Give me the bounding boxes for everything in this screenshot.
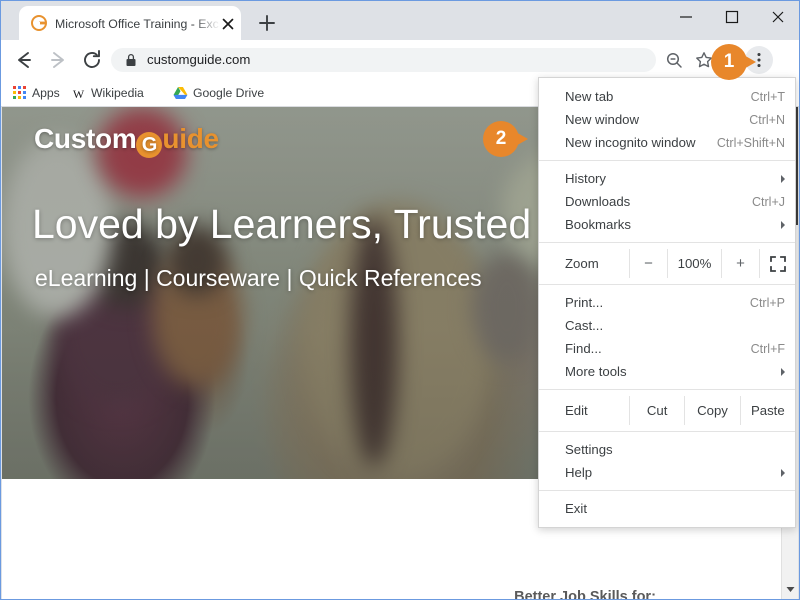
tab-strip: Microsoft Office Training - Excel Q bbox=[1, 1, 799, 40]
menu-item-label: Help bbox=[565, 465, 593, 480]
bookmark-label: Wikipedia bbox=[91, 86, 144, 100]
menu-item-downloads[interactable]: Downloads Ctrl+J bbox=[539, 190, 795, 213]
menu-item-label: More tools bbox=[565, 364, 627, 379]
bookmark-wikipedia[interactable]: W Wikipedia bbox=[71, 83, 144, 103]
menu-item-label: New window bbox=[565, 112, 640, 127]
callout-number: 2 bbox=[483, 121, 519, 157]
menu-zoom-row: Zoom − 100% + bbox=[539, 249, 795, 278]
callout-badge-2: 2 bbox=[483, 121, 528, 157]
menu-item-label: History bbox=[565, 171, 607, 186]
menu-item-shortcut: Ctrl+J bbox=[752, 194, 785, 209]
menu-item-find[interactable]: Find... Ctrl+F bbox=[539, 337, 795, 360]
menu-item-label: Cast... bbox=[565, 318, 604, 333]
bookmark-apps[interactable]: Apps bbox=[13, 83, 60, 103]
apps-grid-icon bbox=[13, 86, 27, 100]
menu-separator bbox=[539, 431, 795, 432]
menu-item-shortcut: Ctrl+F bbox=[750, 341, 785, 356]
zoom-in-button[interactable]: + bbox=[721, 249, 759, 278]
callout-number: 1 bbox=[711, 44, 747, 80]
menu-separator bbox=[539, 284, 795, 285]
menu-separator bbox=[539, 242, 795, 243]
menu-item-bookmarks[interactable]: Bookmarks bbox=[539, 213, 795, 236]
scroll-down-arrow-icon[interactable] bbox=[782, 581, 798, 598]
tab-title: Microsoft Office Training - Excel Q bbox=[55, 17, 220, 31]
submenu-arrow-icon bbox=[781, 174, 785, 183]
menu-item-new-tab[interactable]: New tab Ctrl+T bbox=[539, 85, 795, 108]
menu-edit-row: Edit Cut Copy Paste bbox=[539, 396, 795, 425]
new-tab-button[interactable] bbox=[255, 11, 279, 35]
menu-item-label: New incognito window bbox=[565, 135, 696, 150]
window-minimize-button[interactable] bbox=[663, 1, 709, 33]
menu-item-label: New tab bbox=[565, 89, 614, 104]
left-feature-panel: Everything You Need to Train: Interactiv… bbox=[36, 579, 386, 599]
menu-item-label: Settings bbox=[565, 442, 613, 457]
menu-item-exit[interactable]: Exit bbox=[539, 497, 795, 520]
fullscreen-icon bbox=[769, 255, 786, 272]
edit-label: Edit bbox=[565, 403, 588, 418]
customguide-logo: Custom Guide bbox=[34, 123, 219, 158]
paste-button[interactable]: Paste bbox=[739, 396, 795, 425]
reload-button-icon[interactable] bbox=[79, 47, 105, 73]
cut-button[interactable]: Cut bbox=[629, 396, 684, 425]
url-text: customguide.com bbox=[147, 52, 251, 67]
menu-separator bbox=[539, 490, 795, 491]
browser-toolbar: customguide.com bbox=[1, 40, 799, 79]
menu-item-new-window[interactable]: New window Ctrl+N bbox=[539, 108, 795, 131]
menu-item-label: Bookmarks bbox=[565, 217, 631, 232]
callout-badge-1: 1 bbox=[711, 44, 756, 80]
wikipedia-icon: W bbox=[73, 87, 85, 101]
menu-item-shortcut: Ctrl+N bbox=[749, 112, 785, 127]
right-skills-panel: Better Job Skills for: bbox=[389, 579, 781, 599]
menu-item-history[interactable]: History bbox=[539, 167, 795, 190]
menu-item-shortcut: Ctrl+T bbox=[750, 89, 785, 104]
submenu-arrow-icon bbox=[781, 367, 785, 376]
browser-tab[interactable]: Microsoft Office Training - Excel Q bbox=[19, 6, 241, 40]
window-close-button[interactable] bbox=[755, 1, 799, 33]
logo-part2: uide bbox=[162, 123, 219, 154]
search-minus-icon[interactable] bbox=[665, 51, 683, 69]
menu-item-shortcut: Ctrl+Shift+N bbox=[716, 135, 785, 150]
menu-item-print[interactable]: Print... Ctrl+P bbox=[539, 291, 795, 314]
menu-item-more-tools[interactable]: More tools bbox=[539, 360, 795, 383]
logo-part1: Custom bbox=[34, 123, 137, 154]
address-bar[interactable]: customguide.com bbox=[111, 48, 656, 72]
zoom-out-button[interactable]: − bbox=[629, 249, 667, 278]
menu-separator bbox=[539, 160, 795, 161]
menu-item-new-incognito-window[interactable]: New incognito window Ctrl+Shift+N bbox=[539, 131, 795, 154]
bookmark-label: Google Drive bbox=[193, 86, 265, 100]
menu-item-label: Exit bbox=[565, 501, 587, 516]
menu-item-label: Find... bbox=[565, 341, 602, 356]
menu-separator bbox=[539, 389, 795, 390]
google-drive-icon bbox=[173, 87, 188, 99]
window-maximize-button[interactable] bbox=[709, 1, 755, 33]
browser-window: Microsoft Office Training - Excel Q bbox=[0, 0, 800, 600]
copy-button[interactable]: Copy bbox=[684, 396, 739, 425]
submenu-arrow-icon bbox=[781, 468, 785, 477]
zoom-label: Zoom bbox=[565, 256, 599, 271]
right-panel-heading: Better Job Skills for: bbox=[514, 589, 656, 599]
forward-button-icon[interactable] bbox=[45, 47, 71, 73]
bookmark-label: Apps bbox=[32, 86, 60, 100]
menu-item-label: Downloads bbox=[565, 194, 631, 209]
close-tab-icon[interactable] bbox=[219, 15, 237, 33]
logo-g-icon: G bbox=[136, 132, 163, 158]
menu-item-cast[interactable]: Cast... bbox=[539, 314, 795, 337]
chrome-main-menu: New tab Ctrl+T New window Ctrl+N New inc… bbox=[538, 77, 796, 528]
svg-text:W: W bbox=[73, 87, 85, 101]
submenu-arrow-icon bbox=[781, 220, 785, 229]
page-lower-content: Everything You Need to Train: Interactiv… bbox=[36, 579, 781, 599]
bookmark-google-drive[interactable]: Google Drive bbox=[173, 83, 264, 103]
back-button-icon[interactable] bbox=[11, 47, 37, 73]
hero-headline: Loved by Learners, Trusted bbox=[32, 201, 532, 247]
fullscreen-button[interactable] bbox=[759, 249, 795, 278]
customguide-favicon-icon bbox=[31, 15, 47, 31]
menu-item-settings[interactable]: Settings bbox=[539, 438, 795, 461]
menu-item-label: Print... bbox=[565, 295, 604, 310]
hero-subheadline: eLearning | Courseware | Quick Reference… bbox=[35, 265, 482, 291]
menu-item-help[interactable]: Help bbox=[539, 461, 795, 484]
lock-icon bbox=[126, 53, 136, 66]
menu-item-shortcut: Ctrl+P bbox=[749, 295, 785, 310]
zoom-level-value: 100% bbox=[667, 249, 721, 278]
